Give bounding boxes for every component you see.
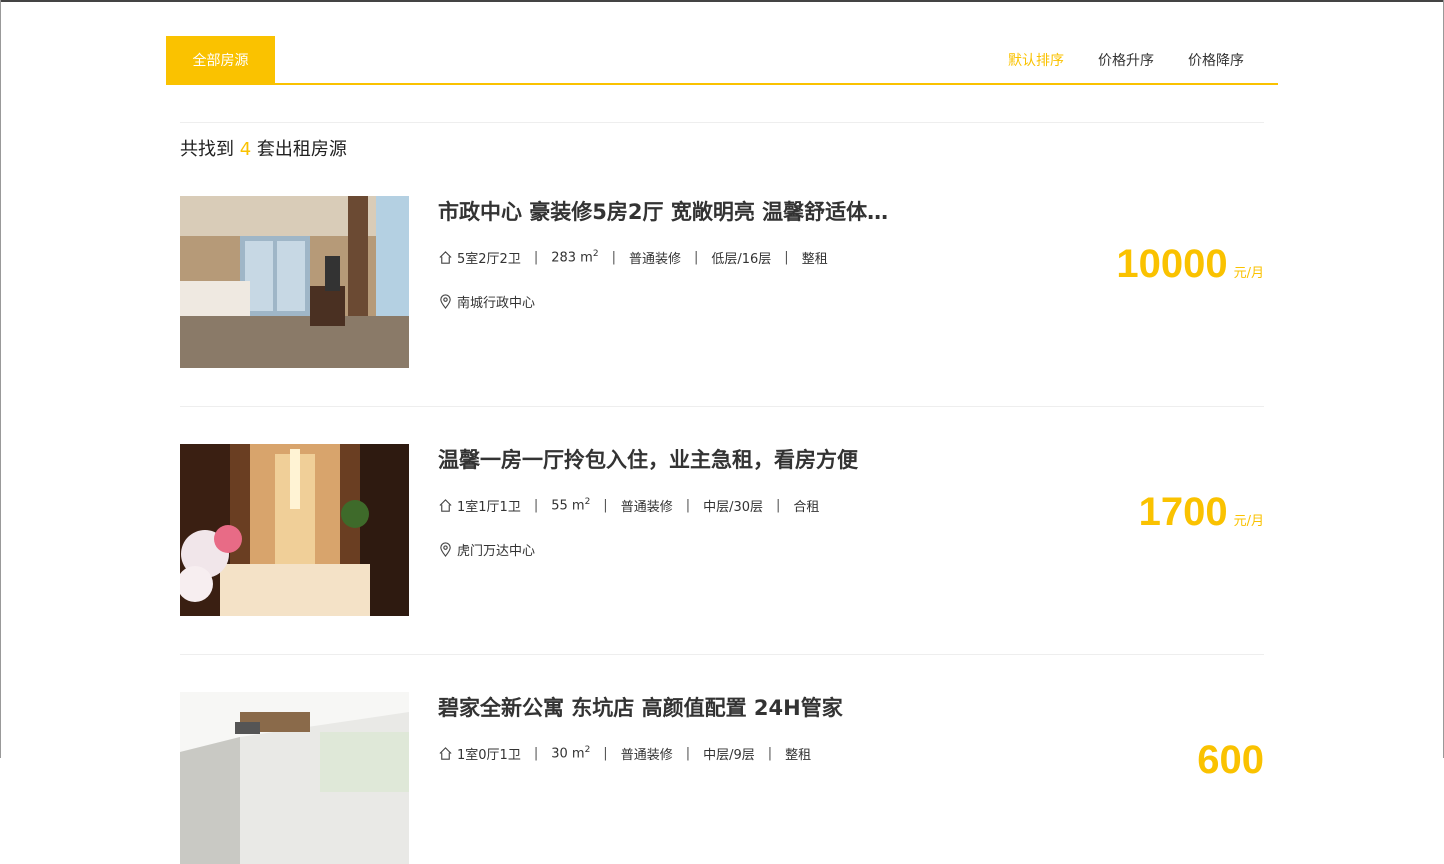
price-amount: 1700 [1138,490,1228,534]
sort-price-desc[interactable]: 价格降序 [1188,50,1244,70]
divider [180,406,1264,407]
listing-item[interactable]: 温馨一房一厅拎包入住，业主急租，看房方便 1室1厅1卫 | 55 m2 | 普通… [180,444,1264,616]
listing-title[interactable]: 温馨一房一厅拎包入住，业主急租，看房方便 [438,444,858,474]
result-count-number: 4 [239,139,252,160]
divider [180,122,1264,123]
listing-photo[interactable] [180,692,409,864]
listing-floor: 中层/9层 [703,748,755,763]
result-count: 共找到 4 套出租房源 [180,139,347,160]
listing-photo[interactable] [180,444,409,616]
listing-item[interactable]: 市政中心 豪装修5房2厅 宽敞明亮 温馨舒适体… 5室2厅2卫 | 283 m2… [180,196,1264,368]
listing-rent-type: 整租 [785,748,812,763]
listing-area: 30 m2 [551,745,591,762]
listing-layout: 1室1厅1卫 [457,500,521,515]
sort-price-asc[interactable]: 价格升序 [1098,50,1154,70]
tab-all-listings[interactable]: 全部房源 [166,36,275,83]
window-left-border [0,0,1,758]
listing-rent-type: 整租 [801,252,828,267]
listing-decoration: 普通装修 [620,500,673,515]
sort-default[interactable]: 默认排序 [1008,50,1064,70]
house-icon [439,499,452,512]
listing-floor: 中层/30层 [703,500,764,515]
price-amount: 600 [1197,738,1264,782]
listing-meta: 1室1厅1卫 | 55 m2 | 普通装修 | 中层/30层 | 合租 [438,496,819,515]
listing-layout: 1室0厅1卫 [457,748,521,763]
listing-location: 南城行政中心 [438,292,535,311]
listing-item[interactable]: 碧家全新公寓 东坑店 高颜值配置 24H管家 1室0厅1卫 | 30 m2 | … [180,692,1264,864]
house-icon [439,747,452,760]
listing-title[interactable]: 碧家全新公寓 东坑店 高颜值配置 24H管家 [438,692,843,722]
listing-area: 55 m2 [551,497,591,514]
price-amount: 10000 [1116,242,1228,286]
listing-decoration: 普通装修 [620,748,673,763]
listing-meta: 1室0厅1卫 | 30 m2 | 普通装修 | 中层/9层 | 整租 [438,744,811,763]
listing-title[interactable]: 市政中心 豪装修5房2厅 宽敞明亮 温馨舒适体… [438,196,888,226]
listing-photo[interactable] [180,196,409,368]
listing-floor: 低层/16层 [711,252,772,267]
listing-price: 600 [1197,738,1264,783]
divider [180,654,1264,655]
price-unit: 元/月 [1233,514,1264,529]
window-top-border [0,0,1444,2]
listing-meta: 5室2厅2卫 | 283 m2 | 普通装修 | 低层/16层 | 整租 [438,248,828,267]
house-icon [439,251,452,264]
listing-price: 10000 元/月 [1116,242,1264,287]
location-pin-icon [440,294,451,309]
listing-area: 283 m2 [551,249,599,266]
price-unit: 元/月 [1233,266,1264,281]
listing-price: 1700 元/月 [1139,490,1264,535]
listing-decoration: 普通装修 [628,252,681,267]
sort-options: 默认排序 价格升序 价格降序 [1008,36,1244,83]
listing-location: 虎门万达中心 [438,540,535,559]
listing-layout: 5室2厅2卫 [457,252,521,267]
location-pin-icon [440,542,451,557]
listing-rent-type: 合租 [793,500,820,515]
listing-tabbar: 全部房源 默认排序 价格升序 价格降序 [166,36,1278,85]
